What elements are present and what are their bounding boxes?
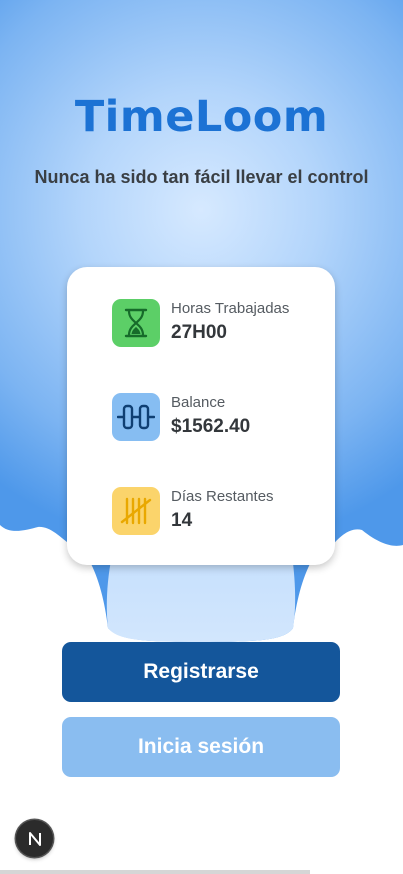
stat-value: $1562.40	[171, 416, 251, 437]
stat-days-remaining: Días Restantes 14	[112, 487, 322, 537]
stat-hours-worked: Horas Trabajadas 27H00	[112, 299, 322, 349]
tally-icon	[112, 487, 160, 535]
hourglass-icon	[112, 299, 160, 347]
login-button[interactable]: Inicia sesión	[62, 717, 340, 777]
balance-icon	[112, 393, 160, 441]
dev-tools-badge[interactable]	[16, 820, 53, 857]
stat-label: Días Restantes	[171, 488, 274, 505]
stat-label: Horas Trabajadas	[171, 300, 290, 317]
stat-label: Balance	[171, 394, 226, 411]
home-indicator	[0, 870, 310, 874]
n-logo-icon	[28, 831, 41, 846]
stat-value: 27H00	[171, 322, 227, 343]
stats-card: Horas Trabajadas 27H00 Balance $1562.40	[67, 267, 335, 565]
register-button[interactable]: Registrarse	[62, 642, 340, 702]
stat-value: 14	[171, 510, 193, 531]
stat-balance: Balance $1562.40	[112, 393, 322, 443]
app-title: TimeLoom	[74, 92, 329, 142]
welcome-screen: TimeLoom Nunca ha sido tan fácil llevar …	[0, 0, 403, 874]
tagline: Nunca ha sido tan fácil llevar el contro…	[34, 167, 369, 187]
